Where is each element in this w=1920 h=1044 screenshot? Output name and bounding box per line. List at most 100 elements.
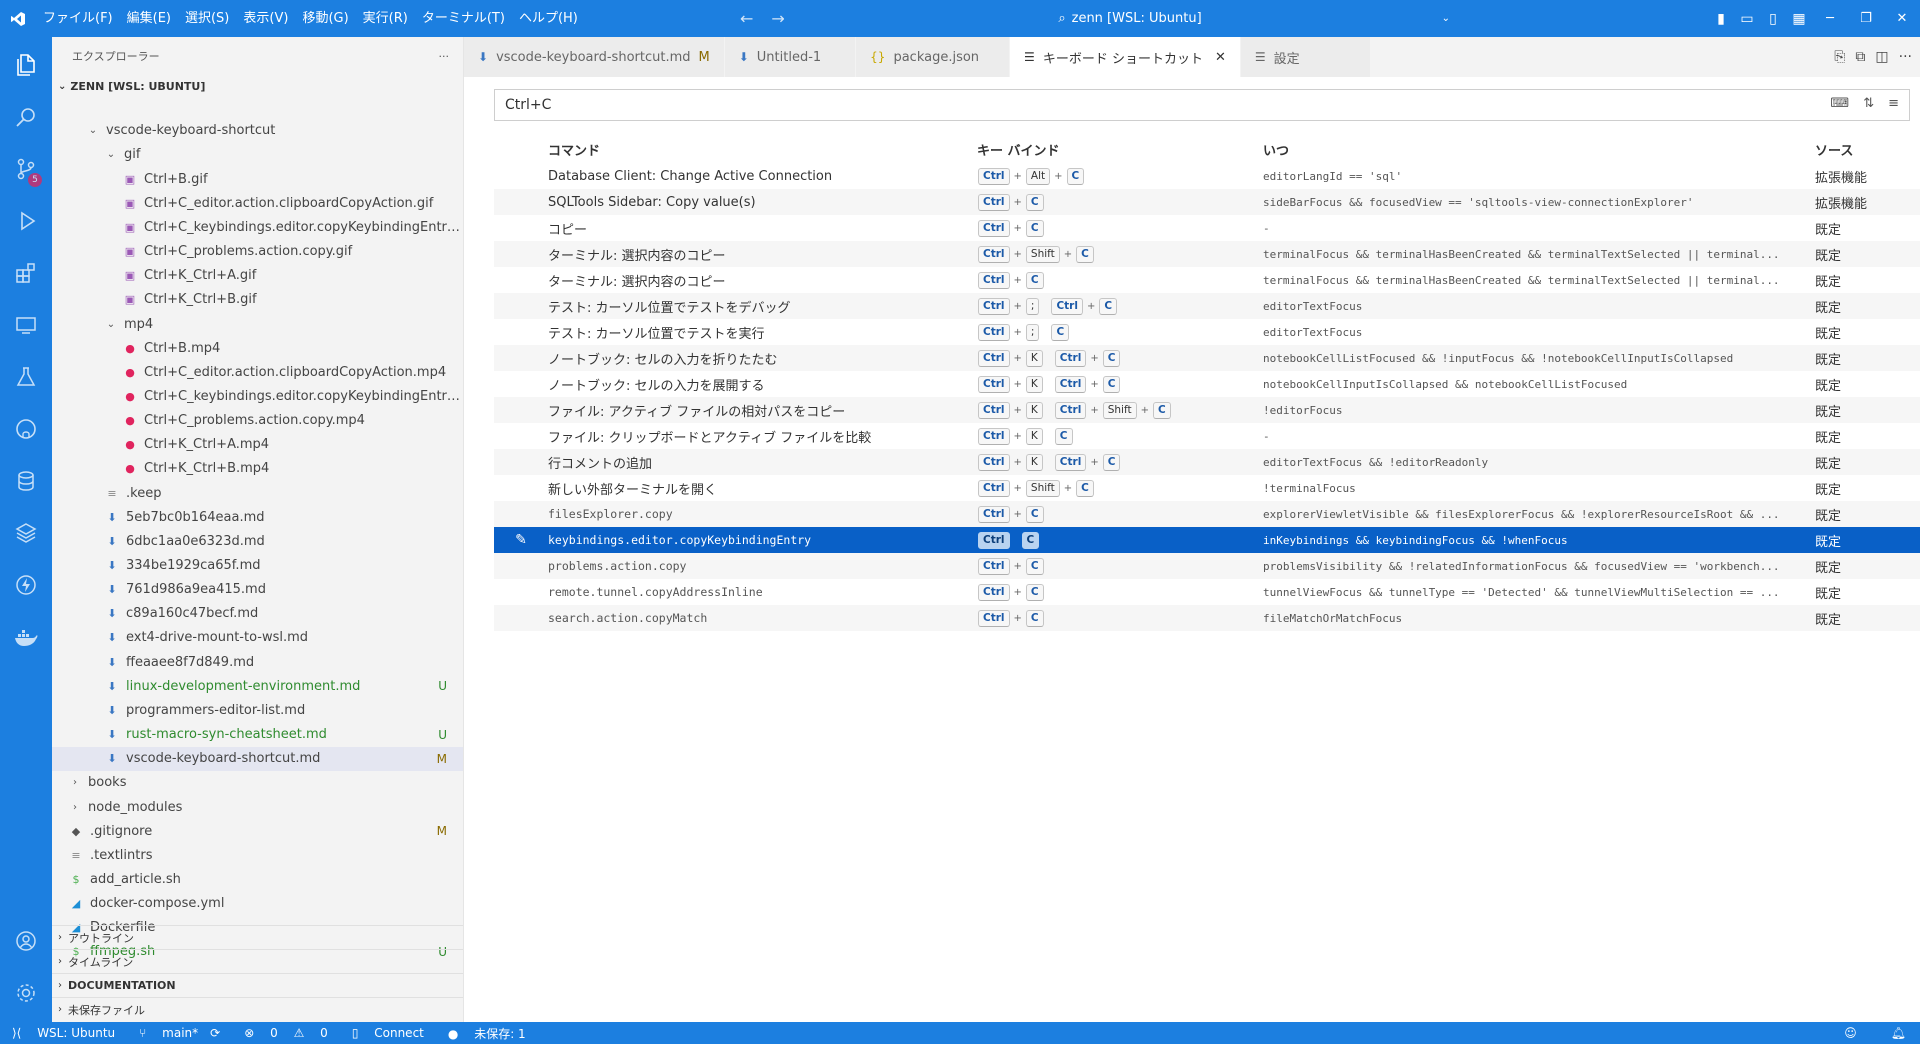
menu-selection[interactable]: 選択(S) xyxy=(178,0,236,37)
keybindings-search-input[interactable]: Ctrl+C ⌨ ⇅ ≡ xyxy=(494,89,1910,121)
keybinding-row[interactable]: ターミナル: 選択内容のコピー Ctrl + CterminalFocus && te… xyxy=(494,267,1920,293)
tree-folder[interactable]: › books xyxy=(52,771,463,795)
tree-file[interactable]: ● Ctrl+B.mp4 xyxy=(52,336,463,360)
keybinding-row[interactable]: ノートブック: セルの入力を折りたたむ Ctrl + K Ctrl + CnotebookC… xyxy=(494,345,1920,371)
problems-indicator[interactable]: ⊗ 0 ⚠ 0 xyxy=(232,1026,328,1040)
header-source[interactable]: ソース xyxy=(1803,140,1913,159)
tree-file[interactable]: ⬇ programmers-editor-list.md xyxy=(52,699,463,723)
github-icon[interactable] xyxy=(0,405,52,453)
tab-settings[interactable]: ☰ 設定 xyxy=(1240,37,1371,77)
connect-indicator[interactable]: ▯ Connect xyxy=(340,1026,424,1040)
tree-folder[interactable]: ⌄ vscode-keyboard-shortcut xyxy=(52,119,463,143)
keybinding-row[interactable]: ターミナル: 選択内容のコピー Ctrl + Shift + CterminalFocus… xyxy=(494,241,1920,267)
keybinding-row[interactable]: search.action.copyMatch Ctrl + CfileMatchOr… xyxy=(494,605,1920,631)
remote-indicator[interactable]: ⟩⟨ WSL: Ubuntu xyxy=(12,1026,115,1040)
keybinding-row[interactable]: ファイル: クリップボードとアクティブ ファイルを比較 Ctrl + K C - 既定 xyxy=(494,423,1920,449)
tree-file[interactable]: ⬇ 6dbc1aa0e6323d.md xyxy=(52,530,463,554)
tree-file[interactable]: ● Ctrl+C_keybindings.editor.copyKeybindin… xyxy=(52,385,463,409)
menu-edit[interactable]: 編集(E) xyxy=(120,0,178,37)
toggle-primary-sidebar-icon[interactable]: ▮ xyxy=(1708,11,1734,27)
tree-file[interactable]: ⬇ vscode-keyboard-shortcut.md M xyxy=(52,746,463,771)
accounts-icon[interactable] xyxy=(0,917,52,965)
tree-file[interactable]: ● Ctrl+C_editor.action.clipboardCopyActio… xyxy=(52,361,463,385)
customize-layout-icon[interactable]: ▦ xyxy=(1786,11,1812,27)
tree-folder[interactable]: › node_modules xyxy=(52,795,463,819)
keybinding-row[interactable]: filesExplorer.copy Ctrl + CexplorerViewletV… xyxy=(494,501,1920,527)
section-outline[interactable]: › アウトライン xyxy=(52,925,463,949)
tree-file[interactable]: ▣ Ctrl+C_problems.action.copy.gif xyxy=(52,240,463,264)
keybinding-row[interactable]: remote.tunnel.copyAddressInline Ctrl + Ctun… xyxy=(494,579,1920,605)
tree-file[interactable]: ≡ .textlintrs xyxy=(52,844,463,868)
minimize-icon[interactable]: ─ xyxy=(1812,11,1848,26)
clear-filter-icon[interactable]: ≡ xyxy=(1888,96,1899,111)
chevron-down-icon[interactable]: ⌄ xyxy=(1442,13,1450,24)
layers-icon[interactable] xyxy=(0,509,52,557)
explorer-icon[interactable] xyxy=(0,41,52,89)
tab-untitled-1[interactable]: ⬇ Untitled-1 xyxy=(724,37,857,77)
keybinding-row[interactable]: ファイル: アクティブ ファイルの相対パスをコピー Ctrl + K Ctrl + Shif… xyxy=(494,397,1920,423)
tree-file[interactable]: ● Ctrl+K_Ctrl+B.mp4 xyxy=(52,457,463,481)
keybinding-row[interactable]: ✎ keybindings.editor.copyKeybindingEntry C… xyxy=(494,527,1920,553)
notifications-bell-icon[interactable]: 🔔︎ xyxy=(1891,1026,1906,1040)
menu-run[interactable]: 実行(R) xyxy=(356,0,415,37)
testing-flask-icon[interactable] xyxy=(0,353,52,401)
tree-file[interactable]: ≡ .keep xyxy=(52,481,463,505)
docker-icon[interactable] xyxy=(0,613,52,661)
tree-folder[interactable]: ⌄ gif xyxy=(52,143,463,167)
feedback-icon[interactable]: ☺ xyxy=(1844,1026,1857,1040)
keybinding-row[interactable]: コピー Ctrl + C - 既定 xyxy=(494,215,1920,241)
tree-file[interactable]: ⬇ c89a160c47becf.md xyxy=(52,602,463,626)
search-icon[interactable] xyxy=(0,93,52,141)
command-center-search[interactable]: ⌕ zenn [WSL: Ubuntu] ⌄ xyxy=(800,6,1460,31)
forward-arrow-icon[interactable]: → xyxy=(771,9,784,28)
remote-explorer-icon[interactable] xyxy=(0,301,52,349)
back-arrow-icon[interactable]: ← xyxy=(740,9,753,28)
header-command[interactable]: コマンド xyxy=(548,140,977,159)
toggle-panel-icon[interactable]: ▭ xyxy=(1734,11,1760,27)
database-icon[interactable] xyxy=(0,457,52,505)
tree-folder[interactable]: ⌄ mp4 xyxy=(52,312,463,336)
restore-icon[interactable]: ❐ xyxy=(1848,11,1884,26)
tree-file[interactable]: ⬇ rust-macro-syn-cheatsheet.md U xyxy=(52,723,463,747)
section-timeline[interactable]: › タイムライン xyxy=(52,949,463,973)
tree-file[interactable]: $ add_article.sh xyxy=(52,868,463,892)
keybinding-row[interactable]: テスト: カーソル位置でテストを実行 Ctrl +; CeditorTextFocus… xyxy=(494,319,1920,345)
menu-view[interactable]: 表示(V) xyxy=(236,0,295,37)
tree-file[interactable]: ⬇ ffeaaee8f7d849.md xyxy=(52,650,463,674)
section-unsaved-files[interactable]: › 未保存ファイル xyxy=(52,997,463,1021)
tree-file[interactable]: ◆ .gitignore M xyxy=(52,819,463,843)
tree-file[interactable]: ⬇ linux-development-environment.md U xyxy=(52,674,463,698)
tree-file[interactable]: ▣ Ctrl+K_Ctrl+B.gif xyxy=(52,288,463,312)
tree-file[interactable]: ⬇ ext4-drive-mount-to-wsl.md xyxy=(52,626,463,650)
keybinding-row[interactable]: Database Client: Change Active Connectio… xyxy=(494,163,1920,189)
tree-file[interactable]: ▣ Ctrl+B.gif xyxy=(52,167,463,191)
tab-vscode-keyboard-shortcut-md[interactable]: ⬇ vscode-keyboard-shortcut.md M xyxy=(464,37,725,77)
unsaved-indicator[interactable]: ● 未保存: 1 xyxy=(436,1025,526,1042)
more-actions-icon[interactable]: ··· xyxy=(1899,49,1912,65)
more-actions-icon[interactable]: ··· xyxy=(439,50,450,63)
section-documentation[interactable]: › DOCUMENTATION xyxy=(52,973,463,997)
menu-file[interactable]: ファイル(F) xyxy=(36,0,120,37)
split-editor-icon[interactable]: ◫ xyxy=(1875,49,1888,65)
sync-icon[interactable]: ⟳ xyxy=(210,1026,220,1040)
tree-file[interactable]: ▣ Ctrl+K_Ctrl+A.gif xyxy=(52,264,463,288)
keybinding-row[interactable]: problems.action.copy Ctrl + CproblemsVisibi… xyxy=(494,553,1920,579)
tree-file[interactable]: ▣ Ctrl+C_keybindings.editor.copyKeybindin… xyxy=(52,216,463,240)
tree-file[interactable]: ⬇ 334be1929ca65f.md xyxy=(52,554,463,578)
workspace-root[interactable]: ⌄ ZENN [WSL: UBUNTU] xyxy=(52,75,463,97)
keybinding-row[interactable]: 新しい外部ターミナルを開く Ctrl + Shift + C !terminalFocus 既… xyxy=(494,475,1920,501)
tree-file[interactable]: ▣ Ctrl+C_editor.action.clipboardCopyActio… xyxy=(52,191,463,215)
header-keybinding[interactable]: キー バインド xyxy=(977,140,1263,159)
menu-terminal[interactable]: ターミナル(T) xyxy=(415,0,512,37)
header-when[interactable]: いつ xyxy=(1263,140,1803,159)
toggle-secondary-sidebar-icon[interactable]: ▯ xyxy=(1760,11,1786,27)
settings-gear-icon[interactable] xyxy=(0,969,52,1017)
menu-go[interactable]: 移動(G) xyxy=(295,0,355,37)
source-control-icon[interactable]: 5 xyxy=(0,145,52,193)
tree-file[interactable]: ⬇ 761d986a9ea415.md xyxy=(52,578,463,602)
tree-file[interactable]: ● Ctrl+C_problems.action.copy.mp4 xyxy=(52,409,463,433)
branch-indicator[interactable]: ⑂ main* xyxy=(127,1026,198,1040)
keybinding-row[interactable]: SQLTools Sidebar: Copy value(s) Ctrl + Csid… xyxy=(494,189,1920,215)
tab-package-json[interactable]: {} package.json xyxy=(856,37,1011,77)
keybinding-row[interactable]: ノートブック: セルの入力を展開する Ctrl + K Ctrl + CnotebookCe… xyxy=(494,371,1920,397)
